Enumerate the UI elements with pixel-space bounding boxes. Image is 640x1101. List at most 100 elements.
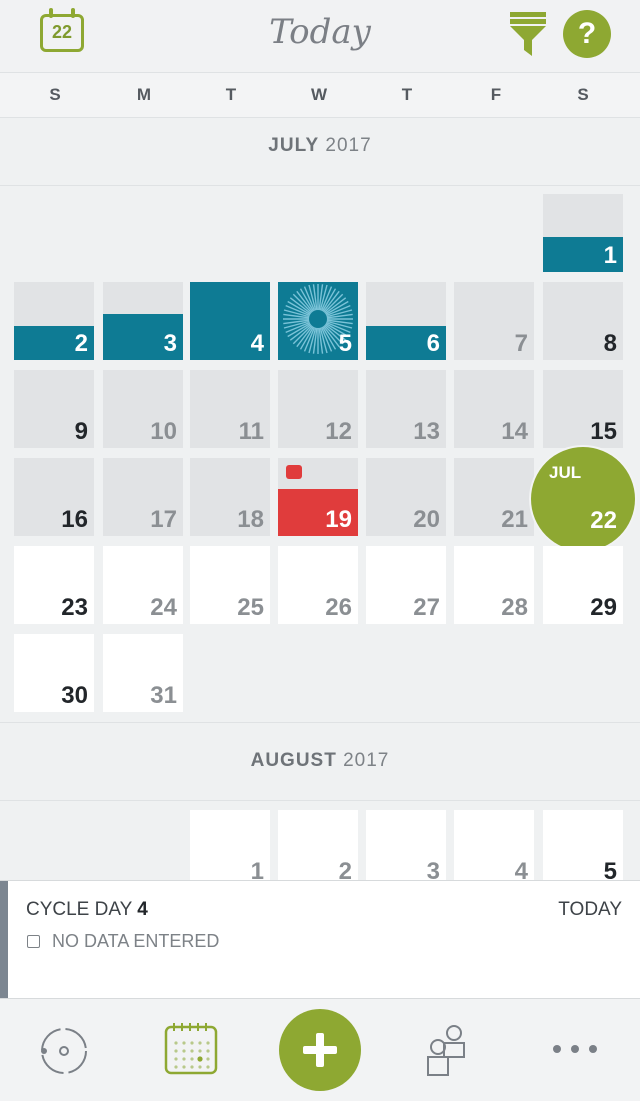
- day-number: 16: [61, 506, 88, 533]
- day-cell[interactable]: 5: [543, 810, 623, 888]
- calendar-nav-icon[interactable]: [164, 1021, 218, 1075]
- day-number: 24: [150, 594, 177, 621]
- weekday-label: M: [136, 85, 152, 104]
- month-header-august: AUGUST 2017: [0, 732, 640, 801]
- bottom-navigation: [0, 998, 640, 1101]
- day-cell[interactable]: 21: [454, 458, 534, 536]
- no-data-text: NO DATA ENTERED: [52, 931, 220, 951]
- cycle-day-text: CYCLE DAY: [26, 899, 132, 920]
- month-header-july: JULY 2017: [0, 117, 640, 186]
- day-number: 15: [590, 418, 617, 445]
- day-number: 26: [325, 594, 352, 621]
- day-cell[interactable]: 23: [14, 546, 94, 624]
- day-cell[interactable]: 16: [14, 458, 94, 536]
- day-cell[interactable]: 11: [190, 370, 270, 448]
- day-cell[interactable]: 14: [454, 370, 534, 448]
- day-number: 6: [426, 330, 440, 357]
- panel-accent-bar: [0, 881, 8, 999]
- add-button[interactable]: [279, 1009, 361, 1091]
- day-number: 10: [150, 418, 177, 445]
- day-cell[interactable]: 10: [103, 370, 183, 448]
- weekday-label: S: [49, 85, 61, 104]
- day-cell[interactable]: 30: [14, 634, 94, 712]
- alert-marker: [286, 465, 302, 479]
- day-cell[interactable]: 29: [543, 546, 623, 624]
- day-cell[interactable]: 31: [103, 634, 183, 712]
- day-number: 5: [338, 330, 352, 357]
- weekday-label: S: [577, 85, 589, 104]
- day-cell[interactable]: 27: [366, 546, 446, 624]
- day-number: 7: [514, 330, 528, 357]
- day-cell[interactable]: 24: [103, 546, 183, 624]
- day-number: 9: [74, 418, 88, 445]
- day-cell[interactable]: 4: [190, 282, 270, 360]
- month-year: 2017: [343, 750, 390, 771]
- cycle-day-value: 4: [137, 899, 148, 920]
- day-number: 4: [250, 330, 264, 357]
- day-cell[interactable]: 8: [543, 282, 623, 360]
- day-cell[interactable]: 18: [190, 458, 270, 536]
- more-icon[interactable]: [550, 1043, 600, 1055]
- month-year: 2017: [325, 135, 372, 156]
- day-number: 1: [603, 242, 617, 269]
- today-month: JUL: [549, 463, 582, 482]
- checkbox-icon: [27, 935, 40, 948]
- day-number: 11: [238, 418, 264, 445]
- day-number: 13: [413, 418, 440, 445]
- help-button[interactable]: ?: [563, 10, 611, 58]
- day-cell[interactable]: 26: [278, 546, 358, 624]
- day-number: 17: [150, 506, 177, 533]
- cycle-info-panel[interactable]: CYCLE DAY 4 TODAY NO DATA ENTERED: [0, 880, 640, 999]
- cycle-day-label: CYCLE DAY 4: [26, 899, 148, 921]
- weekday-label: T: [401, 85, 413, 104]
- plus-icon: [303, 1033, 337, 1067]
- day-number: 19: [325, 506, 352, 533]
- day-cell[interactable]: 3: [103, 282, 183, 360]
- day-cell[interactable]: 1: [543, 194, 623, 272]
- today-day: 22: [590, 507, 617, 534]
- day-cell[interactable]: 3: [366, 810, 446, 888]
- day-number: 21: [501, 506, 528, 533]
- divider: [0, 722, 640, 723]
- filter-icon[interactable]: [508, 10, 548, 58]
- day-cell[interactable]: 2: [278, 810, 358, 888]
- today-badge[interactable]: JUL 22: [531, 447, 635, 551]
- month-name: AUGUST: [250, 750, 337, 771]
- day-number: 25: [237, 594, 264, 621]
- day-cell[interactable]: 6: [366, 282, 446, 360]
- community-icon[interactable]: [422, 1023, 472, 1079]
- day-cell[interactable]: 1: [190, 810, 270, 888]
- weekday-header: S M T W T F S: [0, 72, 640, 118]
- day-cell[interactable]: 15: [543, 370, 623, 448]
- weekday-label: F: [490, 85, 502, 104]
- day-number: 29: [590, 594, 617, 621]
- day-number: 30: [61, 682, 88, 709]
- day-cell[interactable]: 9: [14, 370, 94, 448]
- month-name: JULY: [268, 135, 320, 156]
- cycle-icon[interactable]: [38, 1025, 90, 1077]
- day-cell[interactable]: 2: [14, 282, 94, 360]
- day-number: 23: [61, 594, 88, 621]
- weekday-label: W: [310, 85, 328, 104]
- day-number: 12: [325, 418, 352, 445]
- day-cell[interactable]: 17: [103, 458, 183, 536]
- day-cell[interactable]: 28: [454, 546, 534, 624]
- day-number: 27: [413, 594, 440, 621]
- panel-today-label[interactable]: TODAY: [558, 899, 622, 921]
- day-cell[interactable]: 25: [190, 546, 270, 624]
- day-cell[interactable]: 7: [454, 282, 534, 360]
- day-cell[interactable]: 13: [366, 370, 446, 448]
- day-cell[interactable]: 4: [454, 810, 534, 888]
- top-bar: 22 Today ?: [0, 0, 640, 72]
- day-cell-selected[interactable]: 5: [278, 282, 358, 360]
- day-number: 2: [74, 330, 88, 357]
- day-cell[interactable]: 20: [366, 458, 446, 536]
- day-number: 18: [237, 506, 264, 533]
- day-number: 3: [163, 330, 177, 357]
- weekday-label: T: [225, 85, 237, 104]
- day-number: 8: [603, 330, 617, 357]
- day-cell[interactable]: 12: [278, 370, 358, 448]
- day-number: 14: [501, 418, 528, 445]
- day-number: 28: [501, 594, 528, 621]
- day-number: 20: [413, 506, 440, 533]
